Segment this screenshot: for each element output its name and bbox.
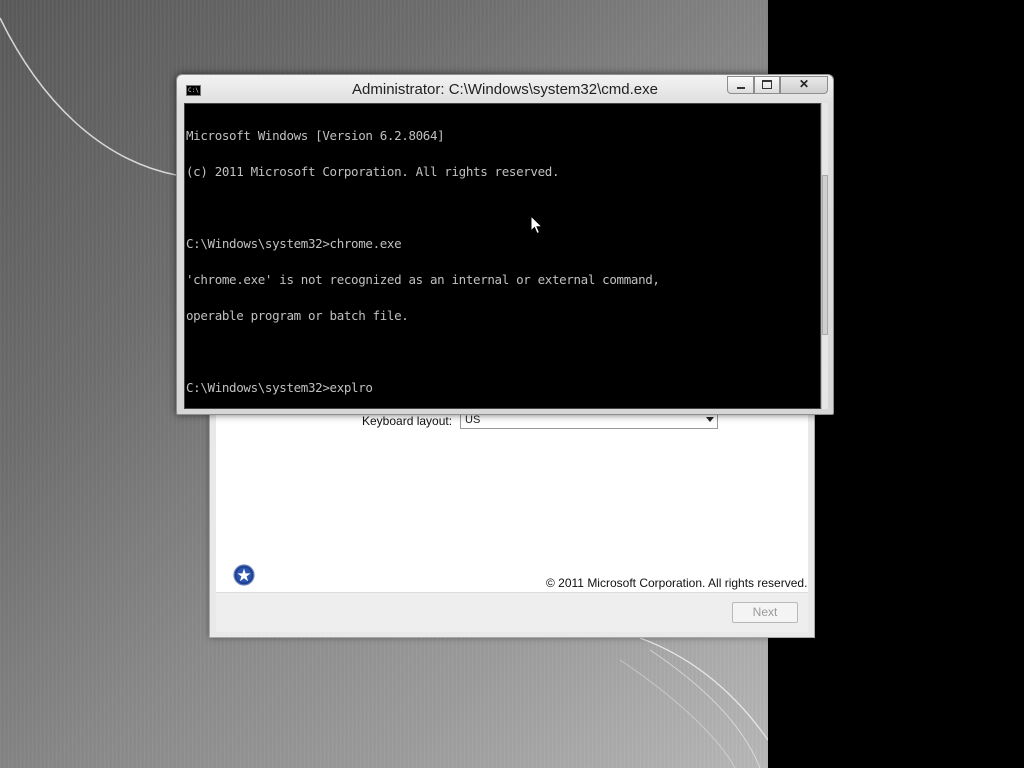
chevron-down-icon — [706, 417, 714, 422]
console-line: operable program or batch file. — [186, 308, 409, 323]
copyright-text: © 2011 Microsoft Corporation. All rights… — [546, 576, 808, 590]
next-button[interactable]: Next — [732, 602, 798, 623]
console-line: 'chrome.exe' is not recognized as an int… — [186, 272, 660, 287]
arrow-cursor — [530, 215, 544, 235]
maximize-icon — [762, 80, 772, 89]
console-scrollbar[interactable] — [821, 103, 828, 409]
setup-content-panel: Keyboard layout: US © 2011 Microsoft Cor… — [216, 399, 808, 592]
maximize-button[interactable] — [754, 76, 780, 94]
setup-star-icon[interactable] — [233, 564, 255, 586]
minimize-icon — [737, 87, 745, 89]
minimize-button[interactable] — [727, 76, 754, 94]
keyboard-layout-label: Keyboard layout: — [362, 414, 453, 428]
console-input-line[interactable]: C:\Windows\system32>explro — [186, 381, 820, 394]
console-line: Microsoft Windows [Version 6.2.8064] — [186, 128, 445, 143]
cmd-window[interactable]: C:\ Administrator: C:\Windows\system32\c… — [176, 74, 834, 415]
close-button[interactable]: ✕ — [780, 76, 828, 94]
console-line: C:\Windows\system32>chrome.exe — [186, 236, 402, 251]
windows-setup-window: Keyboard layout: US © 2011 Microsoft Cor… — [209, 398, 815, 638]
keyboard-layout-value: US — [465, 414, 481, 426]
scrollbar-thumb[interactable] — [822, 175, 828, 335]
console-output[interactable]: Microsoft Windows [Version 6.2.8064] (c)… — [184, 103, 821, 409]
close-icon: ✕ — [798, 77, 810, 91]
cmd-titlebar[interactable]: C:\ Administrator: C:\Windows\system32\c… — [177, 75, 833, 103]
console-line: (c) 2011 Microsoft Corporation. All righ… — [186, 164, 560, 179]
setup-footer-bar: Next — [216, 592, 808, 632]
